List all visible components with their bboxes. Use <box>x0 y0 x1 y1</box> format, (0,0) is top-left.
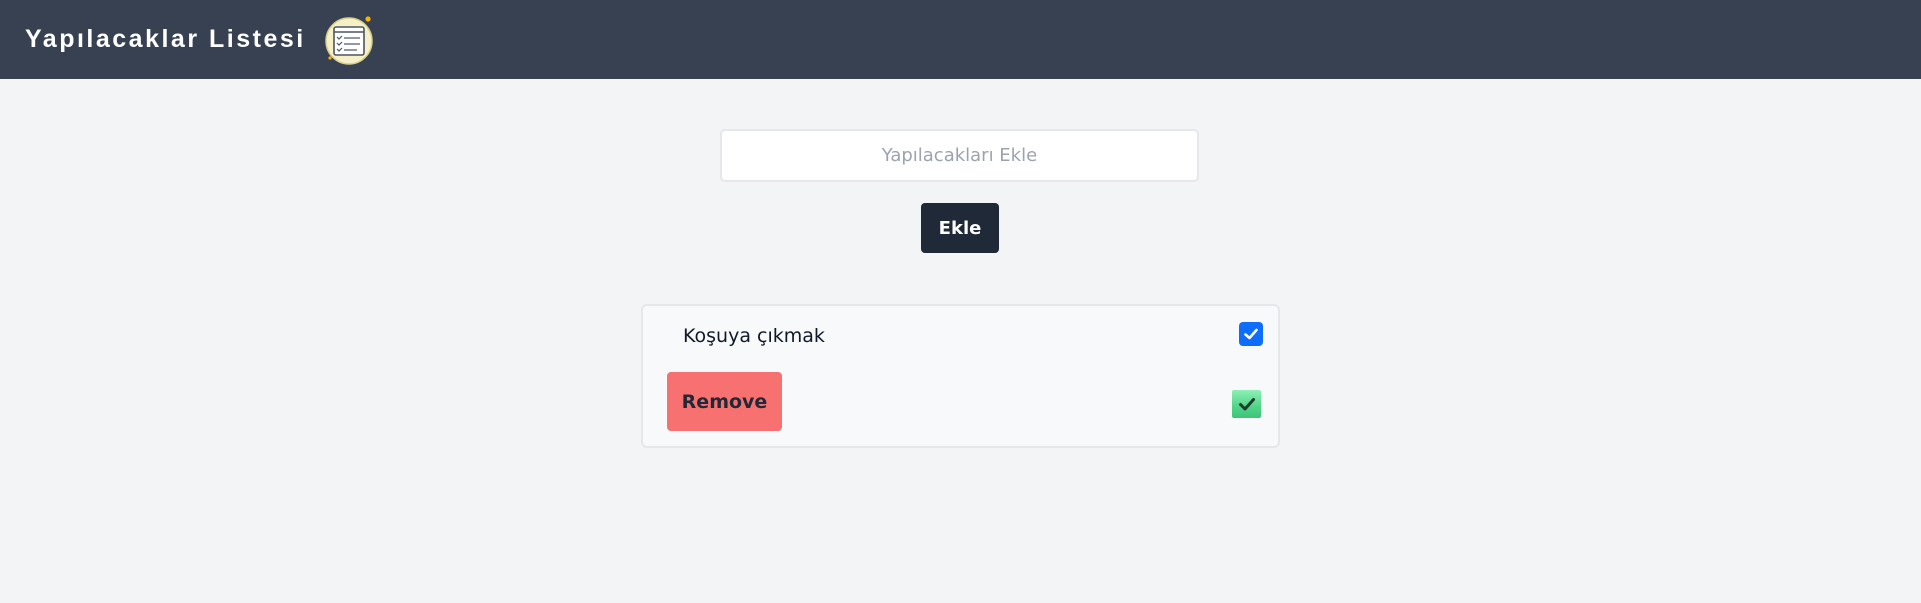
todo-text: Koşuya çıkmak <box>683 325 825 347</box>
checkbox-check-icon <box>1244 328 1258 340</box>
todo-item: Koşuya çıkmak Remove <box>641 304 1280 448</box>
checkmark-icon[interactable] <box>1232 390 1261 418</box>
notepad-checklist-icon <box>322 13 376 67</box>
app-title: Yapılacaklar Listesi <box>25 25 306 53</box>
remove-button[interactable]: Remove <box>667 372 782 431</box>
todo-input[interactable] <box>720 129 1199 182</box>
todo-checkbox[interactable] <box>1239 322 1263 346</box>
navbar: Yapılacaklar Listesi <box>0 0 1921 79</box>
add-button[interactable]: Ekle <box>921 203 999 253</box>
